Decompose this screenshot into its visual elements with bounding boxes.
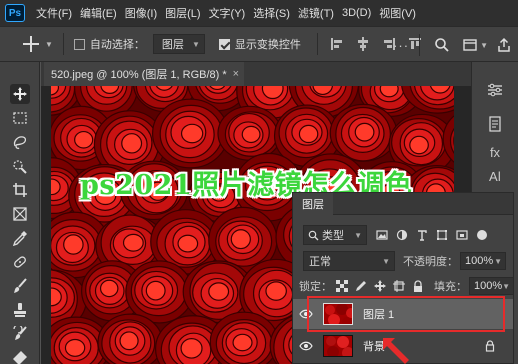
layer-thumbnail	[323, 335, 353, 357]
character-icon[interactable]: Aǀ	[480, 164, 510, 188]
lock-pixels-icon[interactable]	[355, 280, 367, 293]
menu-type[interactable]: 文字(Y)	[209, 5, 246, 21]
rose	[209, 311, 279, 364]
menu-filter[interactable]: 滤镜(T)	[298, 5, 334, 21]
filter-adjustment-icon[interactable]	[395, 228, 409, 242]
move-tool-icon[interactable]	[22, 35, 40, 53]
fill-field[interactable]: 100% ▼	[469, 277, 515, 295]
document-tab[interactable]: 520.jpeg @ 100% (图层 1, RGB/8) * ×	[44, 62, 244, 86]
close-icon[interactable]: ×	[233, 68, 239, 80]
filter-shape-icon[interactable]	[435, 228, 449, 242]
share-icon[interactable]	[496, 37, 512, 53]
lock-label: 锁定：	[299, 281, 332, 293]
auto-select-target-value: 图层	[161, 39, 184, 51]
history-brush-icon[interactable]	[10, 324, 30, 344]
frame-icon[interactable]	[10, 204, 30, 224]
rose	[97, 313, 163, 364]
layers-tab-bar: 图层	[293, 193, 513, 215]
lock-row: 锁定： 填充： 100% ▼	[293, 277, 515, 295]
photoshop-logo[interactable]: Ps	[5, 4, 25, 22]
fx-styles-icon[interactable]: fx	[480, 140, 510, 164]
align-left-icon[interactable]	[330, 37, 344, 51]
menu-layer[interactable]: 图层(L)	[165, 5, 200, 21]
options-bar: ▼ 自动选择： 图层 ▼ 显示变换控件 ··· ▼	[0, 26, 518, 62]
blend-mode-value: 正常	[309, 256, 331, 268]
chevron-down-icon: ▼	[494, 256, 502, 266]
filter-smart-object-icon[interactable]	[455, 228, 469, 242]
adjustments-icon[interactable]	[480, 112, 510, 136]
move-icon[interactable]	[10, 84, 30, 104]
fill-value: 100%	[474, 280, 503, 292]
marquee-icon[interactable]	[10, 108, 30, 128]
blend-mode-dropdown[interactable]: 正常 ▼	[303, 251, 395, 271]
chevron-down-icon: ▼	[502, 281, 511, 291]
show-transform-label: 显示变换控件	[234, 39, 301, 51]
options-divider	[62, 33, 64, 55]
lasso-icon[interactable]	[10, 132, 30, 152]
tools-panel	[0, 62, 40, 364]
eraser-icon[interactable]	[10, 348, 30, 364]
options-divider	[419, 34, 421, 56]
menu-3d[interactable]: 3D(D)	[342, 7, 371, 19]
chevron-down-icon: ▼	[382, 256, 390, 266]
rose	[329, 103, 398, 162]
more-options-icon[interactable]: ···	[393, 38, 409, 53]
show-transform-checkbox[interactable]	[218, 38, 230, 50]
filter-pixel-icon[interactable]	[375, 228, 389, 242]
filter-toggle-icon[interactable]	[477, 230, 487, 240]
document-title: 520.jpeg @ 100% (图层 1, RGB/8) *	[51, 69, 227, 81]
lock-artboard-icon[interactable]	[393, 280, 405, 293]
rose	[217, 105, 282, 161]
menu-select[interactable]: 选择(S)	[253, 5, 290, 21]
menu-edit[interactable]: 编辑(E)	[80, 5, 117, 21]
healing-icon[interactable]	[10, 252, 30, 272]
lock-all-icon[interactable]	[412, 280, 424, 293]
stamp-icon[interactable]	[10, 300, 30, 320]
brush-icon[interactable]	[10, 276, 30, 296]
fill-label: 填充：	[434, 281, 467, 293]
search-icon	[308, 230, 319, 240]
chevron-down-icon: ▼	[354, 230, 362, 240]
menu-view[interactable]: 视图(V)	[379, 5, 416, 21]
properties-icon[interactable]	[480, 78, 510, 102]
layer-filter-row: 类型 ▼	[293, 225, 513, 245]
auto-select-target-dropdown[interactable]: 图层 ▼	[152, 34, 205, 54]
auto-select-label: 自动选择：	[89, 39, 145, 51]
align-center-icon[interactable]	[356, 37, 370, 51]
lock-position-icon[interactable]	[374, 280, 386, 293]
document-tab-bar: 520.jpeg @ 100% (图层 1, RGB/8) * ×	[41, 62, 471, 86]
workspace-caret-icon[interactable]: ▼	[480, 41, 488, 50]
eye-icon[interactable]	[299, 341, 313, 351]
menu-bar: Ps 文件(F) 编辑(E) 图像(I) 图层(L) 文字(Y) 选择(S) 滤…	[0, 0, 518, 26]
options-right-group: ··· ▼	[387, 27, 518, 63]
kind-filter-dropdown[interactable]: 类型 ▼	[303, 225, 367, 245]
kind-filter-value: 类型	[322, 230, 344, 242]
opacity-label: 不透明度：	[403, 256, 458, 268]
rose	[152, 98, 229, 169]
options-divider	[316, 33, 318, 55]
blend-row: 正常 ▼ 不透明度： 100% ▼	[293, 251, 513, 271]
tool-preset-caret-icon[interactable]: ▼	[45, 40, 53, 49]
menu-image[interactable]: 图像(I)	[125, 5, 157, 21]
opacity-value: 100%	[465, 255, 494, 267]
tab-layers[interactable]: 图层	[293, 193, 333, 215]
auto-select-checkbox[interactable]	[73, 38, 85, 50]
menu-file[interactable]: 文件(F)	[36, 5, 72, 21]
eyedropper-icon[interactable]	[10, 228, 30, 248]
opacity-field[interactable]: 100% ▼	[460, 252, 506, 270]
search-icon[interactable]	[434, 37, 450, 53]
lock-icon	[485, 340, 495, 352]
lock-transparent-icon[interactable]	[336, 280, 348, 293]
chevron-down-icon: ▼	[192, 39, 200, 49]
filter-type-icon[interactable]	[415, 228, 429, 242]
crop-icon[interactable]	[10, 180, 30, 200]
quick-select-icon[interactable]	[10, 156, 30, 176]
layer-highlight-annotation	[307, 296, 505, 332]
arrow-annotation	[383, 338, 409, 364]
workspace-icon[interactable]	[462, 37, 478, 53]
